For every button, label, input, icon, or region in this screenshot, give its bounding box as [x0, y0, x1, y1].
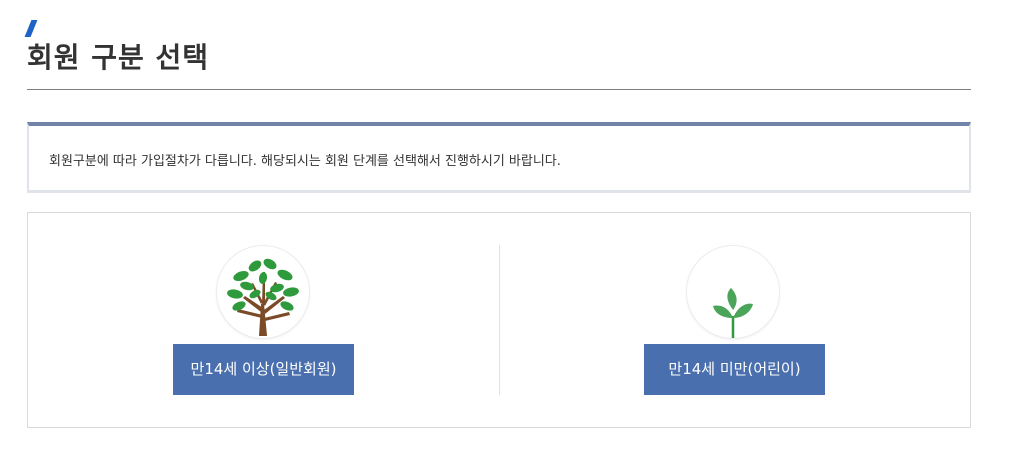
notice-text: 회원구분에 따라 가입절차가 다릅니다. 해당되시는 회원 단계를 선택해서 진… — [49, 154, 561, 169]
tree-icon — [217, 246, 309, 338]
choice-child: 만14세 미만(어린이) — [500, 213, 971, 427]
title-divider — [27, 89, 971, 90]
choice-adult: 만14세 이상(일반회원) — [28, 213, 499, 427]
child-member-button[interactable]: 만14세 미만(어린이) — [644, 344, 825, 395]
member-type-page: 회원 구분 선택 회원구분에 따라 가입절차가 다릅니다. 해당되시는 회원 단… — [0, 0, 1024, 470]
page-title: 회원 구분 선택 — [27, 41, 210, 74]
notice-box: 회원구분에 따라 가입절차가 다릅니다. 해당되시는 회원 단계를 선택해서 진… — [27, 122, 971, 193]
member-type-panel: 만14세 이상(일반회원) 만14세 미만(어린이) — [27, 212, 971, 428]
title-accent-mark — [24, 20, 38, 37]
adult-member-button[interactable]: 만14세 이상(일반회원) — [173, 344, 354, 395]
sprout-icon — [687, 246, 779, 338]
